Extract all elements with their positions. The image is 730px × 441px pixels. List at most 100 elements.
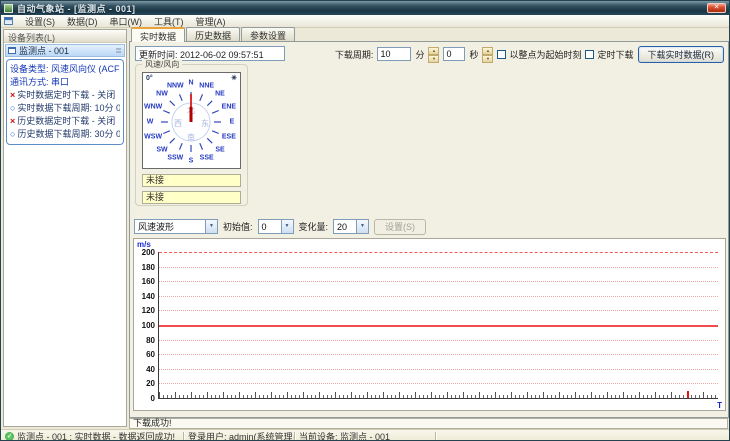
- tree-node-station-001[interactable]: 监测点 - 001 ≣: [5, 44, 125, 57]
- device-info-line: 通讯方式: 串口: [10, 77, 70, 87]
- y-axis-tick-label: 40: [146, 364, 155, 374]
- set-button[interactable]: 设置(S): [374, 218, 427, 235]
- y-axis-tick-label: 160: [141, 277, 155, 287]
- status-bar: ✓ 监测点 - 001 : 实时数据 - 数据返回成功! 登录用户: admin…: [1, 429, 729, 441]
- time-axis-major-ticks: [159, 392, 718, 398]
- tree-node-label: 监测点 - 001: [19, 46, 70, 56]
- waveform-select[interactable]: 风速波形 ▼: [134, 219, 218, 234]
- tab-parameter-settings[interactable]: 参数设置: [241, 27, 296, 41]
- status-empty-cell: [436, 430, 729, 440]
- compass-direction-label: SSE: [199, 154, 214, 162]
- menu-settings[interactable]: 设置(S): [19, 15, 61, 28]
- wind-speed-value-field: 未接: [142, 174, 241, 187]
- disabled-marker-icon: ×: [10, 90, 16, 100]
- delta-value-label: 变化量:: [298, 222, 329, 232]
- device-list-header: 设备列表(L): [4, 30, 126, 43]
- seconds-spinner[interactable]: ▲ ▼: [482, 47, 494, 63]
- current-device-cell: 当前设备: 监测点 - 001: [299, 431, 391, 441]
- checkbox-icon[interactable]: [585, 49, 595, 59]
- spin-up-icon[interactable]: ▲: [482, 47, 494, 55]
- station-icon: [8, 47, 16, 54]
- app-window: 自动气象站 - [监测点 - 001] ✕ 设置(S) 数据(D) 串口(W) …: [0, 0, 730, 441]
- tab-history-data[interactable]: 历史数据: [186, 27, 241, 41]
- wind-group: 风速/风向 0° ✳ 北南西东 NNNENEENEEESESESSESSSWSW…: [135, 59, 248, 206]
- chevron-down-icon[interactable]: ▼: [205, 220, 217, 233]
- svg-text:东: 东: [201, 118, 209, 128]
- initial-value-label: 初始值:: [223, 222, 253, 232]
- enabled-marker-icon: ○: [10, 129, 16, 139]
- chevron-down-icon[interactable]: ▼: [280, 220, 293, 233]
- compass-direction-label: ESE: [221, 133, 236, 141]
- disabled-marker-icon: ×: [10, 116, 16, 126]
- node-options-icon[interactable]: ≣: [115, 46, 122, 55]
- minutes-unit-label: 分: [415, 49, 425, 60]
- checkbox-align-label: 以整点为起始时刻: [509, 49, 582, 60]
- y-axis-tick-label: 80: [146, 335, 155, 345]
- gridline: [159, 354, 718, 356]
- initial-value-select[interactable]: 0 ▼: [257, 219, 294, 234]
- compass-direction-label: SE: [215, 146, 225, 154]
- enabled-marker-icon: ○: [10, 103, 16, 113]
- y-axis-tick-label: 0: [150, 394, 155, 403]
- compass-direction-label: NW: [156, 90, 168, 98]
- download-result-strip: 下载成功!: [129, 418, 728, 429]
- login-user-cell: 登录用户: admin(系统管理员): [188, 431, 294, 441]
- y-axis-tick-label: 140: [141, 291, 155, 301]
- compass-direction-label: WNW: [143, 103, 163, 111]
- y-axis-tick-label: 180: [141, 262, 155, 272]
- status-message-cell: ✓ 监测点 - 001 : 实时数据 - 数据返回成功!: [1, 430, 183, 441]
- compass-direction-label: NNW: [166, 82, 184, 90]
- compass-direction-label: S: [188, 157, 194, 165]
- compass-dial: 北南西东: [161, 92, 221, 152]
- compass-direction-label: ENE: [221, 103, 237, 111]
- device-info-line: ○ 实时数据下载周期: 10分 0秒: [10, 103, 120, 113]
- compass-direction-label: E: [229, 118, 235, 126]
- chevron-down-icon[interactable]: ▼: [356, 220, 369, 233]
- y-axis-tick-label: 120: [141, 306, 155, 316]
- time-axis-end-label: T: [717, 401, 722, 410]
- menu-manage[interactable]: 管理(A): [190, 15, 232, 28]
- compass-direction-label: WSW: [144, 133, 163, 141]
- window-title: 自动气象站 - [监测点 - 001]: [17, 3, 136, 14]
- wind-speed-series-line: [159, 325, 718, 327]
- spin-up-icon[interactable]: ▲: [428, 47, 440, 55]
- mdi-child-icon[interactable]: [4, 17, 13, 25]
- delta-value-select[interactable]: 20 ▼: [333, 219, 370, 234]
- period-seconds-input[interactable]: [443, 47, 466, 61]
- gridline: [159, 339, 718, 341]
- close-icon[interactable]: ✕: [707, 3, 726, 13]
- device-list-panel: 设备列表(L) 监测点 - 001 ≣ 设备类型: 风速风向仪 (ACFX-4)…: [3, 29, 127, 427]
- y-axis-tick-label: 200: [141, 248, 155, 257]
- status-message: 监测点 - 001 : 实时数据 - 数据返回成功!: [17, 431, 176, 441]
- download-controls: 下载周期: 分 ▲ ▼ 秒 ▲ ▼ 以整点为起始时刻: [335, 45, 724, 63]
- gridline: [159, 281, 718, 283]
- device-info-box: 设备类型: 风速风向仪 (ACFX-4) 通讯方式: 串口 ×实时数据定时下载 - …: [6, 59, 124, 145]
- main-content: 实时数据 历史数据 参数设置 更新时间: 2012-06-02 09:57:51…: [129, 27, 729, 418]
- gridline: [159, 295, 718, 297]
- gridline: [159, 266, 718, 268]
- spin-down-icon[interactable]: ▼: [428, 55, 440, 63]
- tab-bar: 实时数据 历史数据 参数设置: [129, 27, 729, 42]
- wind-speed-chart: m/s T 200 180 160 140 120 100 80 60 40 20 0: [133, 238, 726, 411]
- device-info-line: 设备类型: 风速风向仪 (ACFX-4): [10, 64, 120, 74]
- menu-tools[interactable]: 工具(T): [148, 15, 190, 28]
- seconds-unit-label: 秒: [469, 49, 479, 60]
- minutes-spinner[interactable]: ▲ ▼: [428, 47, 440, 63]
- checkbox-align-to-hour[interactable]: 以整点为起始时刻: [497, 48, 581, 61]
- gridline: [159, 310, 718, 312]
- menu-serial-port[interactable]: 串口(W): [104, 15, 149, 28]
- compass-direction-label: N: [188, 79, 194, 87]
- tab-realtime-data[interactable]: 实时数据: [131, 27, 186, 42]
- gridline: [159, 368, 718, 370]
- wind-group-label: 风速/风向: [142, 59, 183, 70]
- svg-text:西: 西: [174, 119, 182, 128]
- device-info-line: × 历史数据定时下载 - 关闭: [10, 116, 116, 126]
- checkbox-icon[interactable]: [497, 49, 507, 59]
- period-minutes-input[interactable]: [377, 47, 412, 61]
- download-realtime-button[interactable]: 下载实时数据(R): [637, 45, 724, 63]
- compass-direction-label: SSW: [167, 154, 184, 162]
- checkbox-timed-download[interactable]: 定时下载: [585, 48, 634, 61]
- compass-direction-label: W: [146, 118, 154, 126]
- menu-data[interactable]: 数据(D): [61, 15, 104, 28]
- spin-down-icon[interactable]: ▼: [482, 55, 494, 63]
